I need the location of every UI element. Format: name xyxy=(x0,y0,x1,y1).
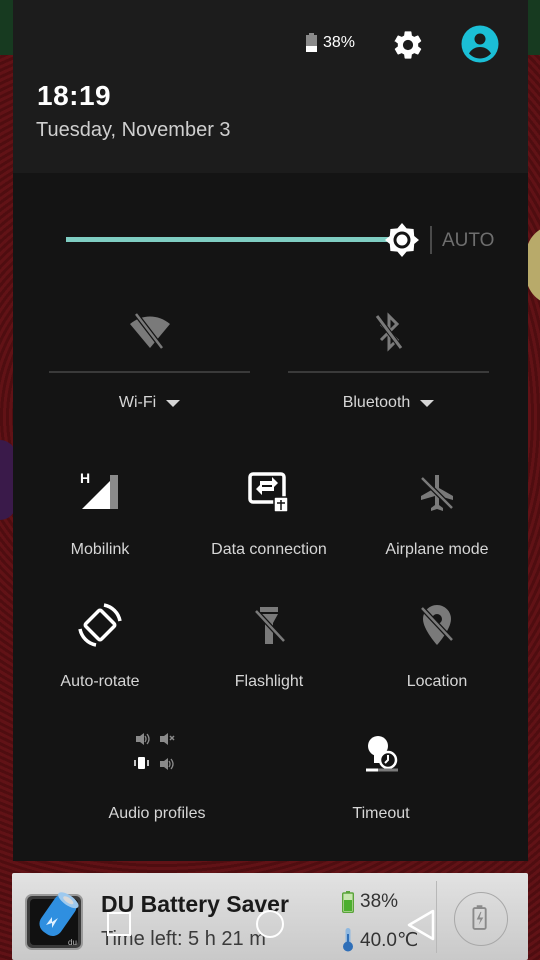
tile-airplane-mode[interactable]: Airplane mode xyxy=(353,469,521,579)
data-connection-icon xyxy=(245,469,293,517)
tile-timeout[interactable]: Timeout xyxy=(297,733,465,843)
svg-text:H: H xyxy=(80,470,90,486)
bluetooth-detail-button[interactable]: Bluetooth xyxy=(288,394,489,412)
bluetooth-divider xyxy=(288,371,489,373)
notification-divider xyxy=(436,881,437,953)
tile-wifi[interactable]: Wi-Fi xyxy=(49,300,250,420)
wifi-off-icon[interactable] xyxy=(126,308,174,356)
tile-location[interactable]: Location xyxy=(353,601,521,711)
brightness-control: AUTO xyxy=(66,222,506,262)
battery-charge-icon xyxy=(472,905,487,930)
clock-date[interactable]: Tuesday, November 3 xyxy=(36,119,231,142)
thermometer-icon xyxy=(343,928,353,952)
home-circle-icon[interactable] xyxy=(256,910,284,938)
bluetooth-off-icon[interactable] xyxy=(365,308,413,356)
brightness-divider xyxy=(430,226,432,254)
wifi-divider xyxy=(49,371,250,373)
flashlight-off-icon xyxy=(245,601,293,649)
tile-data-connection[interactable]: Data connection xyxy=(185,469,353,579)
svg-text:du: du xyxy=(68,938,77,947)
clock-time[interactable]: 18:19 xyxy=(37,80,111,112)
chevron-down-icon xyxy=(166,399,181,407)
battery-green-icon xyxy=(342,891,354,913)
tile-mobilink[interactable]: H Mobilink xyxy=(16,469,184,579)
du-battery-icon: du xyxy=(24,889,86,951)
brightness-slider-track[interactable] xyxy=(66,237,402,242)
cellular-signal-h-icon: H xyxy=(76,469,124,517)
auto-rotate-icon xyxy=(76,601,124,649)
location-off-icon xyxy=(413,601,461,649)
quick-settings-panel: 38% 18:19 Tuesday, November 3 AUTO Wi-Fi… xyxy=(13,0,528,861)
battery-percent: 38% xyxy=(323,33,356,51)
wifi-detail-button[interactable]: Wi-Fi xyxy=(49,394,250,412)
account-circle-icon xyxy=(461,25,499,63)
battery-icon xyxy=(306,33,317,52)
airplane-off-icon xyxy=(413,469,461,517)
tile-audio-profiles[interactable]: Audio profiles xyxy=(73,733,241,843)
tile-label: Bluetooth xyxy=(342,394,411,411)
battery-status[interactable]: 38% xyxy=(306,33,355,52)
gear-icon xyxy=(394,31,422,59)
auto-brightness-toggle[interactable]: AUTO xyxy=(442,230,494,252)
tile-label: Wi-Fi xyxy=(118,394,157,411)
tile-label: Airplane mode xyxy=(385,541,489,558)
tile-label: Flashlight xyxy=(234,673,304,690)
tile-bluetooth[interactable]: Bluetooth xyxy=(288,300,489,420)
user-account-button[interactable] xyxy=(461,25,499,63)
tile-label: Mobilink xyxy=(70,541,130,558)
notification-charge-button[interactable] xyxy=(454,892,508,946)
screen-timeout-icon xyxy=(357,733,405,781)
brightness-icon xyxy=(385,223,419,257)
tile-label: Data connection xyxy=(211,541,327,558)
tile-auto-rotate[interactable]: Auto-rotate xyxy=(16,601,184,711)
chevron-down-icon xyxy=(420,399,435,407)
tile-label: Auto-rotate xyxy=(60,673,140,690)
settings-button[interactable] xyxy=(391,28,425,62)
notification-battery-percent: 38% xyxy=(360,891,399,912)
notification-battery: 38% xyxy=(342,891,398,913)
tile-label: Audio profiles xyxy=(108,805,206,822)
back-triangle-icon[interactable] xyxy=(406,909,436,941)
audio-profiles-icon xyxy=(133,733,181,781)
brightness-slider-thumb[interactable] xyxy=(384,222,420,258)
quick-settings-header: 38% 18:19 Tuesday, November 3 xyxy=(13,0,528,173)
tile-label: Location xyxy=(406,673,468,690)
recents-square-icon[interactable] xyxy=(107,912,131,936)
tile-flashlight[interactable]: Flashlight xyxy=(185,601,353,711)
tile-label: Timeout xyxy=(352,805,410,822)
